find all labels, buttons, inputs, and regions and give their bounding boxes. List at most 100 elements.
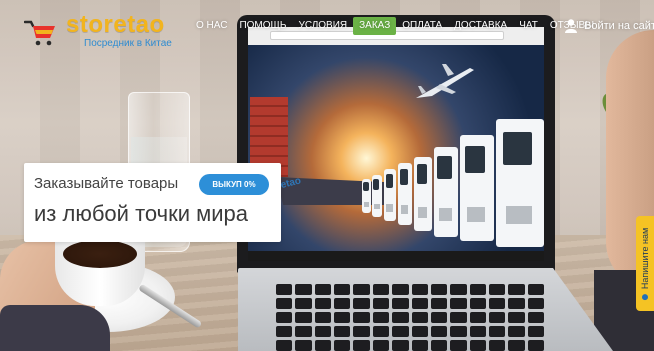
keyboard-key [334,284,351,295]
nav-item-about[interactable]: О НАС [190,17,233,35]
hero-heading-line1: Заказывайте товары [34,175,179,192]
cart-logo-icon [24,20,55,46]
keyboard-key [276,312,293,323]
keyboard-key [527,326,544,337]
nav-item-chat[interactable]: ЧАТ [513,17,544,35]
keyboard-key [508,298,525,309]
nav-item-terms[interactable]: УСЛОВИЯ [292,17,353,35]
keyboard-key [353,298,370,309]
login-link[interactable]: Войти на сайт [565,16,654,36]
keyboard-key [450,312,467,323]
keyboard-key [508,284,525,295]
keyboard-key [508,312,525,323]
keyboard-key [392,312,409,323]
buyout-badge-button[interactable]: ВЫКУП 0% [199,174,269,195]
hero-card: Заказывайте товары из любой точки мира В… [24,163,281,242]
brand-tagline: Посредник в Китае [84,38,172,49]
keyboard-key [508,340,525,351]
keyboard-key [276,284,293,295]
keyboard-key [411,340,428,351]
keyboard-key [276,298,293,309]
laptop-screen [248,27,544,261]
keyboard-key [527,284,544,295]
keyboard-key [372,312,390,323]
login-label: Войти на сайт [584,20,654,32]
keyboard-key [488,312,506,323]
screen-truck [496,119,544,247]
screen-truck [384,169,396,221]
keyboard-key [392,340,409,351]
keyboard-key [527,298,544,309]
keyboard-key [488,298,506,309]
keyboard-key [469,340,486,351]
keyboard-key [314,326,332,337]
hero-heading-line2: из любой точки мира [34,201,249,226]
screen-truck [414,157,432,231]
keyboard-key [392,326,409,337]
keyboard-key [334,326,351,337]
keyboard-key [450,284,467,295]
keyboard-key [314,312,332,323]
screen-truck [362,179,371,213]
keyboard-key [469,312,486,323]
keyboard-key [469,326,486,337]
person-sleeve-left [0,305,110,351]
keyboard-key [295,312,312,323]
keyboard-key [334,312,351,323]
keyboard-key [295,284,312,295]
chat-widget-content: Напишите нам [640,227,650,300]
keyboard-key [353,326,370,337]
keyboard-key [353,312,370,323]
keyboard-key [372,326,390,337]
keyboard-key [450,326,467,337]
keyboard-key [392,284,409,295]
keyboard-key [430,340,448,351]
screen-truck [460,135,494,241]
screen-taskbar [248,251,544,261]
keyboard-key [508,326,525,337]
keyboard-key [314,340,332,351]
nav-item-help[interactable]: ПОМОЩЬ [233,17,292,35]
keyboard-key [334,340,351,351]
keyboard-key [295,340,312,351]
keyboard-key [392,298,409,309]
keyboard-key [488,326,506,337]
screen-truck [434,147,458,237]
keyboard-key [430,312,448,323]
keyboard-key [353,284,370,295]
site-header: storetao Посредник в Китае О НАС ПОМОЩЬ … [0,0,654,52]
keyboard-key [527,340,544,351]
keyboard-key [372,298,390,309]
nav-item-payment[interactable]: ОПЛАТА [396,17,448,35]
keyboard-key [469,298,486,309]
airplane-icon [416,64,474,98]
brand-name: storetao [66,11,165,38]
screen-truck [372,175,382,217]
brand-logo[interactable]: storetao Посредник в Китае [24,12,174,52]
keyboard-key [372,284,390,295]
nav-item-order[interactable]: ЗАКАЗ [353,17,397,35]
keyboard-key [334,298,351,309]
coffee-cup [55,236,145,306]
main-nav: О НАС ПОМОЩЬ УСЛОВИЯ ЗАКАЗ ОПЛАТА ДОСТАВ… [190,17,600,35]
nav-item-delivery[interactable]: ДОСТАВКА [448,17,513,35]
user-icon [565,19,577,33]
keyboard-key [430,284,448,295]
keyboard-key [314,284,332,295]
keyboard-key [411,284,428,295]
keyboard-key [469,284,486,295]
keyboard-key [276,340,293,351]
keyboard-key [295,326,312,337]
keyboard-key [488,340,506,351]
keyboard-key [488,284,506,295]
keyboard-key [527,312,544,323]
screen-truck [398,163,412,225]
keyboard-key [411,326,428,337]
keyboard-key [295,298,312,309]
keyboard-key [411,312,428,323]
keyboard-key [353,340,370,351]
keyboard-key [430,326,448,337]
chat-widget-tab[interactable]: Напишите нам [636,216,654,311]
keyboard-key [411,298,428,309]
keyboard-key [372,340,390,351]
